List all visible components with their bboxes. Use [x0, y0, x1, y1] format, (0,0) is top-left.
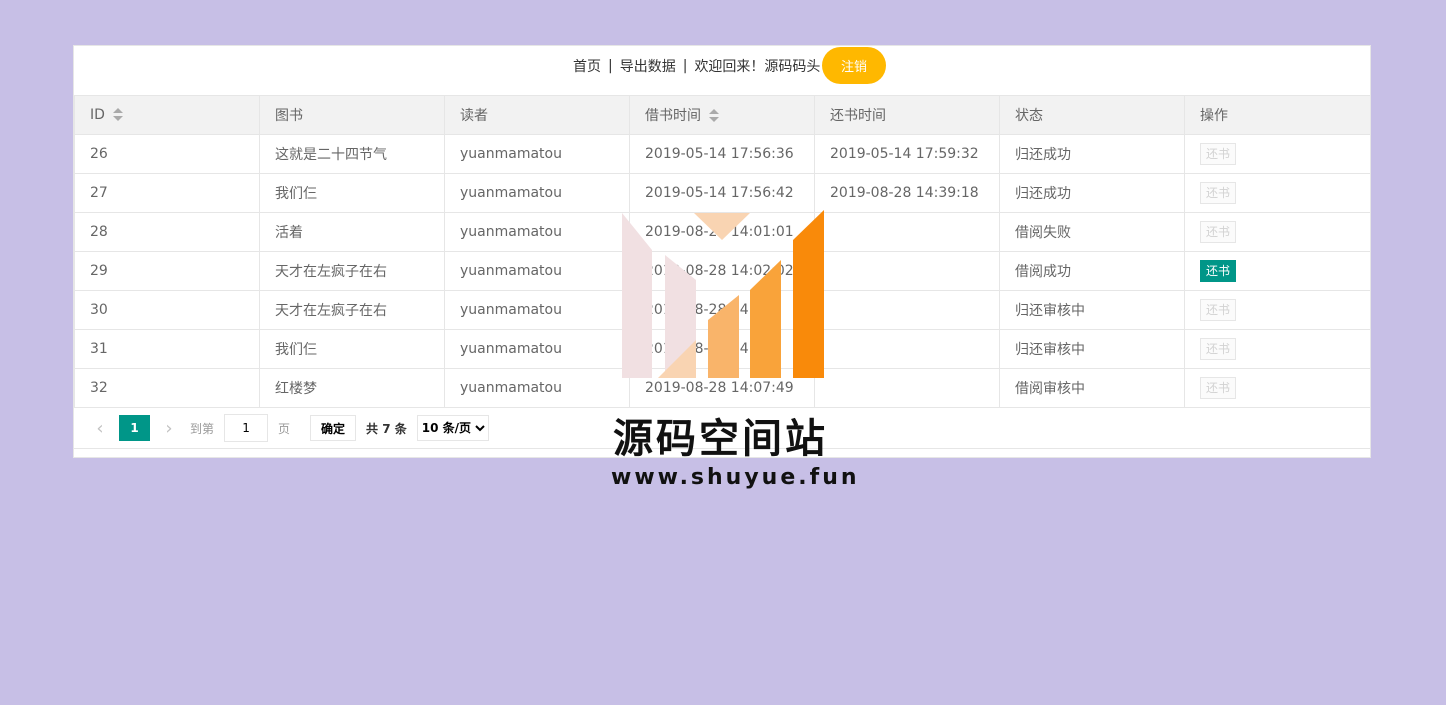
cell-borrow-time: 2019-05-14 17:56:36	[629, 134, 815, 174]
cell-reader: yuanmamatou	[444, 173, 630, 213]
column-header-borrow-time[interactable]: 借书时间	[629, 95, 815, 135]
table-row: 27 我们仨 yuanmamatou 2019-05-14 17:56:42 2019-…	[74, 173, 1371, 213]
watermark-logo	[622, 210, 824, 378]
return-book-button[interactable]: 还书	[1200, 377, 1237, 399]
return-book-button[interactable]: 还书	[1200, 143, 1237, 165]
cell-action: 还书	[1184, 368, 1371, 408]
logout-button[interactable]: 注销	[822, 47, 886, 84]
watermark-url: www.shuyue.fun	[611, 465, 860, 490]
table-row: 26 这就是二十四节气 yuanmamatou 2019-05-14 17:56:36…	[74, 134, 1371, 174]
current-page-button[interactable]: 1	[119, 415, 150, 441]
cell-book: 我们仨	[259, 329, 445, 369]
prev-page-icon[interactable]: ‹	[89, 418, 111, 439]
cell-status: 借阅失败	[999, 212, 1185, 252]
confirm-button[interactable]: 确定	[310, 415, 357, 441]
cell-status: 借阅成功	[999, 251, 1185, 291]
cell-status: 归还审核中	[999, 329, 1185, 369]
column-header-status: 状态	[999, 95, 1185, 135]
cell-action: 还书	[1184, 329, 1371, 369]
sort-icon[interactable]	[112, 108, 123, 122]
nav-separator: |	[682, 57, 688, 74]
sort-icon[interactable]	[709, 109, 719, 123]
cell-id: 31	[74, 329, 260, 369]
column-header-reader: 读者	[444, 95, 630, 135]
cell-book: 天才在左疯子在右	[259, 290, 445, 330]
cell-id: 28	[74, 212, 260, 252]
cell-id: 27	[74, 173, 260, 213]
nav-separator: |	[608, 57, 613, 74]
cell-status: 归还成功	[999, 173, 1185, 213]
column-header-id[interactable]: ID	[74, 95, 260, 135]
cell-status: 归还成功	[999, 134, 1185, 174]
cell-id: 30	[74, 290, 260, 330]
page-unit-label: 页	[278, 421, 291, 436]
table-header-row: ID 图书 读者 借书时间 还书时间 状态 操作	[74, 95, 1371, 135]
cell-reader: yuanmamatou	[444, 134, 630, 174]
return-book-button[interactable]: 还书	[1200, 182, 1237, 204]
goto-page-input[interactable]	[224, 414, 269, 442]
cell-id: 29	[74, 251, 260, 291]
return-book-button[interactable]: 还书	[1200, 338, 1237, 360]
watermark-title: 源码空间站	[613, 416, 828, 462]
cell-return-time: 2019-08-28 14:39:18	[814, 173, 1000, 213]
cell-book: 红楼梦	[259, 368, 445, 408]
export-data-link[interactable]: 导出数据	[620, 56, 676, 76]
return-book-button[interactable]: 还书	[1200, 221, 1237, 243]
cell-action: 还书	[1184, 134, 1371, 174]
column-header-action: 操作	[1184, 95, 1371, 135]
goto-label: 到第	[190, 421, 215, 436]
welcome-text: 欢迎回来！源码码头	[694, 58, 821, 75]
next-page-icon[interactable]: ›	[158, 418, 180, 439]
cell-action: 还书	[1184, 251, 1371, 291]
return-book-button[interactable]: 还书	[1200, 260, 1237, 282]
column-header-return-time: 还书时间	[814, 95, 1000, 135]
cell-status: 归还审核中	[999, 290, 1185, 330]
top-bar: 首页 | 导出数据 | 欢迎回来！源码码头 注销	[74, 46, 1370, 95]
column-header-book: 图书	[259, 95, 445, 135]
cell-action: 还书	[1184, 212, 1371, 252]
cell-borrow-time: 2019-05-14 17:56:42	[629, 173, 815, 213]
home-link[interactable]: 首页	[573, 56, 601, 76]
cell-id: 26	[74, 134, 260, 174]
cell-book: 我们仨	[259, 173, 445, 213]
cell-action: 还书	[1184, 173, 1371, 213]
cell-action: 还书	[1184, 290, 1371, 330]
total-count: 共 7 条	[366, 421, 407, 436]
page-size-select[interactable]: 10 条/页	[416, 415, 489, 441]
cell-id: 32	[74, 368, 260, 408]
top-nav: 首页 | 导出数据 | 欢迎回来！源码码头	[573, 46, 820, 85]
cell-status: 借阅审核中	[999, 368, 1185, 408]
cell-book: 这就是二十四节气	[259, 134, 445, 174]
cell-return-time: 2019-05-14 17:59:32	[814, 134, 1000, 174]
cell-book: 天才在左疯子在右	[259, 251, 445, 291]
cell-book: 活着	[259, 212, 445, 252]
return-book-button[interactable]: 还书	[1200, 299, 1237, 321]
